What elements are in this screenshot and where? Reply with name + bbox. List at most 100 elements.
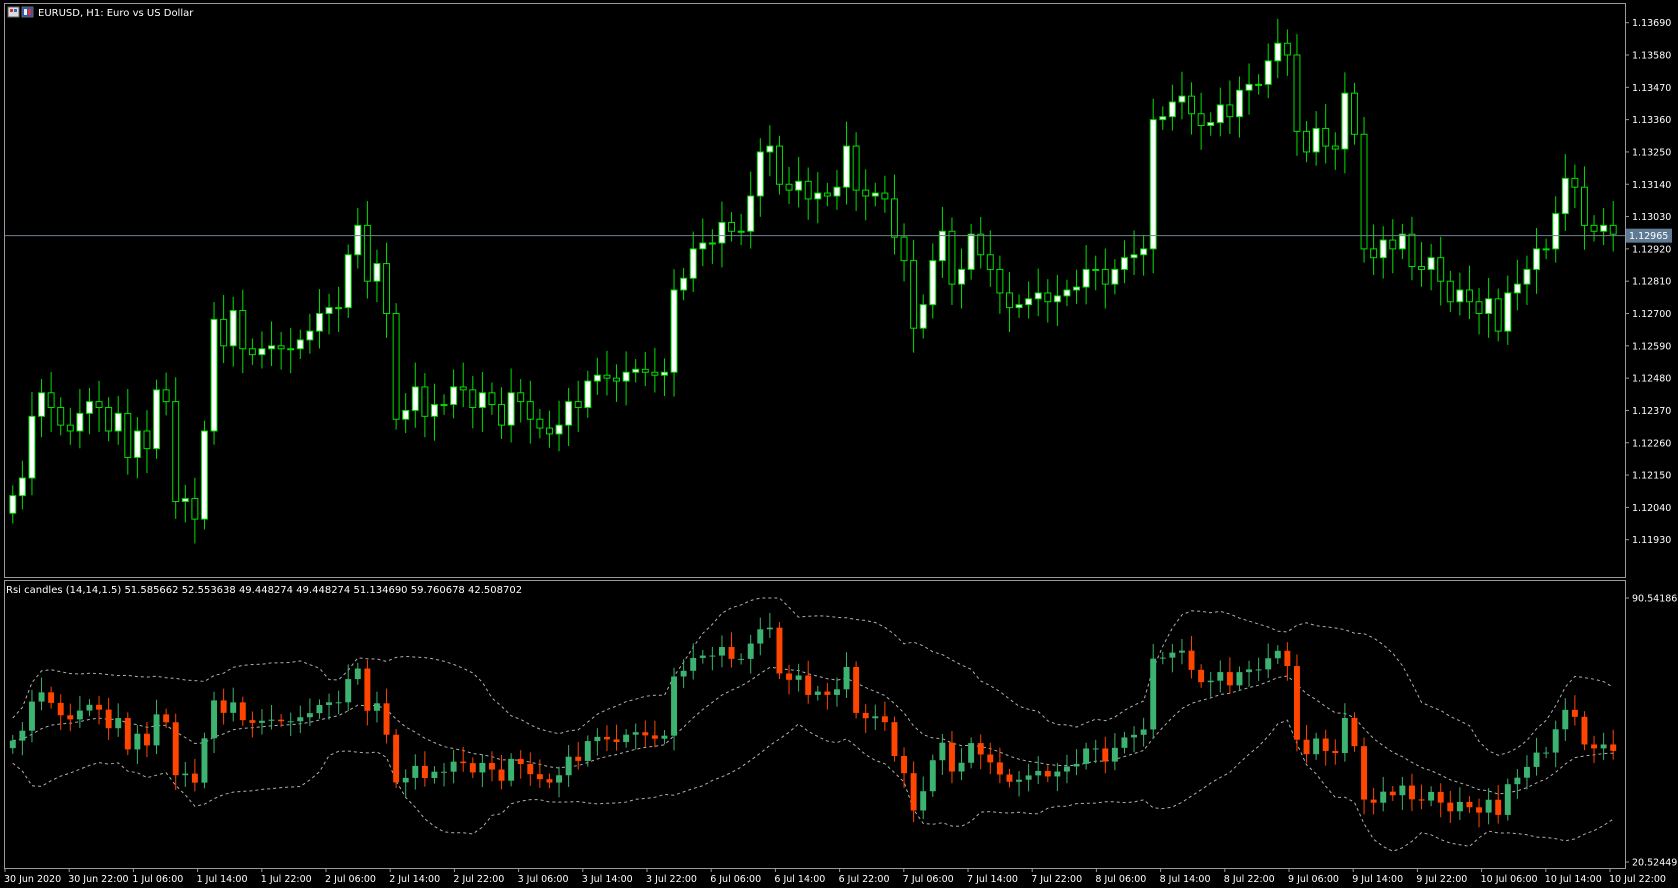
time-tick-label: 9 Jul 14:00 bbox=[1352, 874, 1403, 885]
candle-body bbox=[1120, 257, 1128, 270]
rsi-candle-body bbox=[1332, 750, 1339, 754]
candle-body bbox=[680, 277, 688, 291]
candle-body bbox=[277, 345, 285, 350]
candle-body bbox=[1197, 113, 1205, 126]
rsi-candle-body bbox=[460, 761, 467, 764]
candle-body bbox=[1303, 130, 1311, 153]
candle-body bbox=[306, 330, 314, 341]
rsi-candle-body bbox=[1361, 746, 1368, 800]
rsi-candle-body bbox=[968, 743, 975, 763]
candle-body bbox=[1245, 83, 1253, 91]
candle-body bbox=[392, 313, 400, 420]
rsi-candle-body bbox=[1504, 784, 1511, 815]
candle-body bbox=[958, 268, 966, 285]
candle-body bbox=[1465, 289, 1473, 303]
chart-canvas[interactable]: EURUSD, H1: Euro vs US Dollar 1.136901.1… bbox=[0, 0, 1678, 888]
rsi-candle-body bbox=[48, 692, 55, 703]
price-panel[interactable]: EURUSD, H1: Euro vs US Dollar 1.136901.1… bbox=[4, 3, 1673, 578]
rsi-candle-body bbox=[527, 763, 534, 775]
rsi-candle-body bbox=[393, 734, 400, 783]
rsi-candle-body bbox=[354, 668, 361, 680]
rsi-candle-body bbox=[172, 722, 179, 776]
candle-body bbox=[9, 495, 17, 514]
window-icon bbox=[7, 6, 34, 18]
candle-body bbox=[248, 348, 256, 356]
candle-body bbox=[325, 307, 333, 314]
candle-body bbox=[1475, 301, 1483, 314]
rsi-panel[interactable]: Rsi candles (14,14,1.5) 51.585662 52.553… bbox=[4, 580, 1678, 869]
rsi-candle-body bbox=[1111, 747, 1118, 762]
candle-body bbox=[967, 233, 975, 270]
candle-body bbox=[220, 318, 228, 347]
time-tick-label: 2 Jul 14:00 bbox=[389, 874, 440, 885]
rsi-candle-body bbox=[575, 756, 582, 761]
candle-body bbox=[910, 260, 918, 329]
rsi-candle-body bbox=[57, 702, 64, 716]
candle-body bbox=[162, 389, 170, 403]
rsi-candle-body bbox=[546, 779, 553, 783]
price-panel-border bbox=[4, 3, 1626, 578]
rsi-candle-body bbox=[632, 732, 639, 735]
rsi-candle-body bbox=[843, 666, 850, 690]
price-tick-label: 1.12150 bbox=[1632, 471, 1671, 482]
price-tick-label: 1.13690 bbox=[1632, 18, 1671, 29]
candle-body bbox=[1590, 224, 1598, 232]
rsi-candle-body bbox=[603, 736, 610, 740]
candle-body bbox=[996, 268, 1004, 294]
candle-body bbox=[153, 389, 161, 450]
rsi-candle-body bbox=[1600, 744, 1607, 749]
time-tick-label: 30 Jun 2020 bbox=[4, 874, 61, 885]
candle-body bbox=[383, 263, 391, 314]
candle-body bbox=[469, 389, 477, 408]
candle-body bbox=[181, 498, 189, 502]
rsi-candle-body bbox=[1571, 709, 1578, 717]
rsi-candle-body bbox=[690, 657, 697, 671]
candle-body bbox=[1149, 119, 1157, 250]
time-tick-label: 1 Jul 06:00 bbox=[132, 874, 183, 885]
rsi-candle-body bbox=[623, 734, 630, 743]
candle-body bbox=[363, 224, 371, 282]
time-tick-label: 8 Jul 06:00 bbox=[1095, 874, 1146, 885]
candle-body bbox=[210, 318, 218, 432]
price-tick-label: 1.13360 bbox=[1632, 115, 1671, 126]
candle-body bbox=[1580, 186, 1588, 226]
rsi-candle-body bbox=[479, 762, 486, 773]
rsi-candle-body bbox=[383, 703, 390, 735]
candle-body bbox=[1293, 54, 1301, 132]
candle-body bbox=[862, 189, 870, 197]
candle-body bbox=[18, 477, 26, 497]
rsi-candle-body bbox=[795, 675, 802, 680]
rsi-candle-body bbox=[1293, 666, 1300, 740]
rsi-candle-body bbox=[853, 666, 860, 713]
candle-body bbox=[795, 180, 803, 191]
rsi-candle-body bbox=[19, 730, 26, 741]
candle-body bbox=[488, 392, 496, 406]
candle-body bbox=[1360, 133, 1368, 250]
candle-body bbox=[1456, 289, 1464, 303]
candle-body bbox=[651, 371, 659, 376]
rsi-candle-body bbox=[163, 714, 170, 723]
candle-body bbox=[478, 392, 486, 408]
rsi-candle-body bbox=[1188, 650, 1195, 670]
price-axis: 1.13690 1.13580 1.13470 1.13360 1.13250 1.131… bbox=[1625, 18, 1671, 546]
rsi-candles bbox=[9, 612, 1617, 828]
candle-body bbox=[670, 289, 678, 373]
candle-body bbox=[1379, 239, 1387, 259]
candle-body bbox=[1370, 248, 1378, 259]
candle-body bbox=[344, 254, 352, 309]
candle-body bbox=[632, 368, 640, 373]
rsi-candle-body bbox=[96, 704, 103, 710]
rsi-candle-body bbox=[671, 676, 678, 736]
candle-body bbox=[1178, 95, 1186, 103]
candle-body bbox=[498, 404, 506, 426]
candle-body bbox=[47, 392, 55, 408]
rsi-candle-body bbox=[297, 717, 304, 722]
candle-body bbox=[565, 401, 573, 426]
rsi-candle-body bbox=[1476, 807, 1483, 813]
rsi-candle-body bbox=[824, 691, 831, 695]
rsi-candle-body bbox=[718, 647, 725, 656]
candle-body bbox=[239, 310, 247, 350]
rsi-candle-body bbox=[1543, 752, 1550, 754]
rsi-candle-body bbox=[38, 692, 45, 702]
rsi-axis: 90.541860 20.524498 bbox=[1625, 594, 1678, 869]
